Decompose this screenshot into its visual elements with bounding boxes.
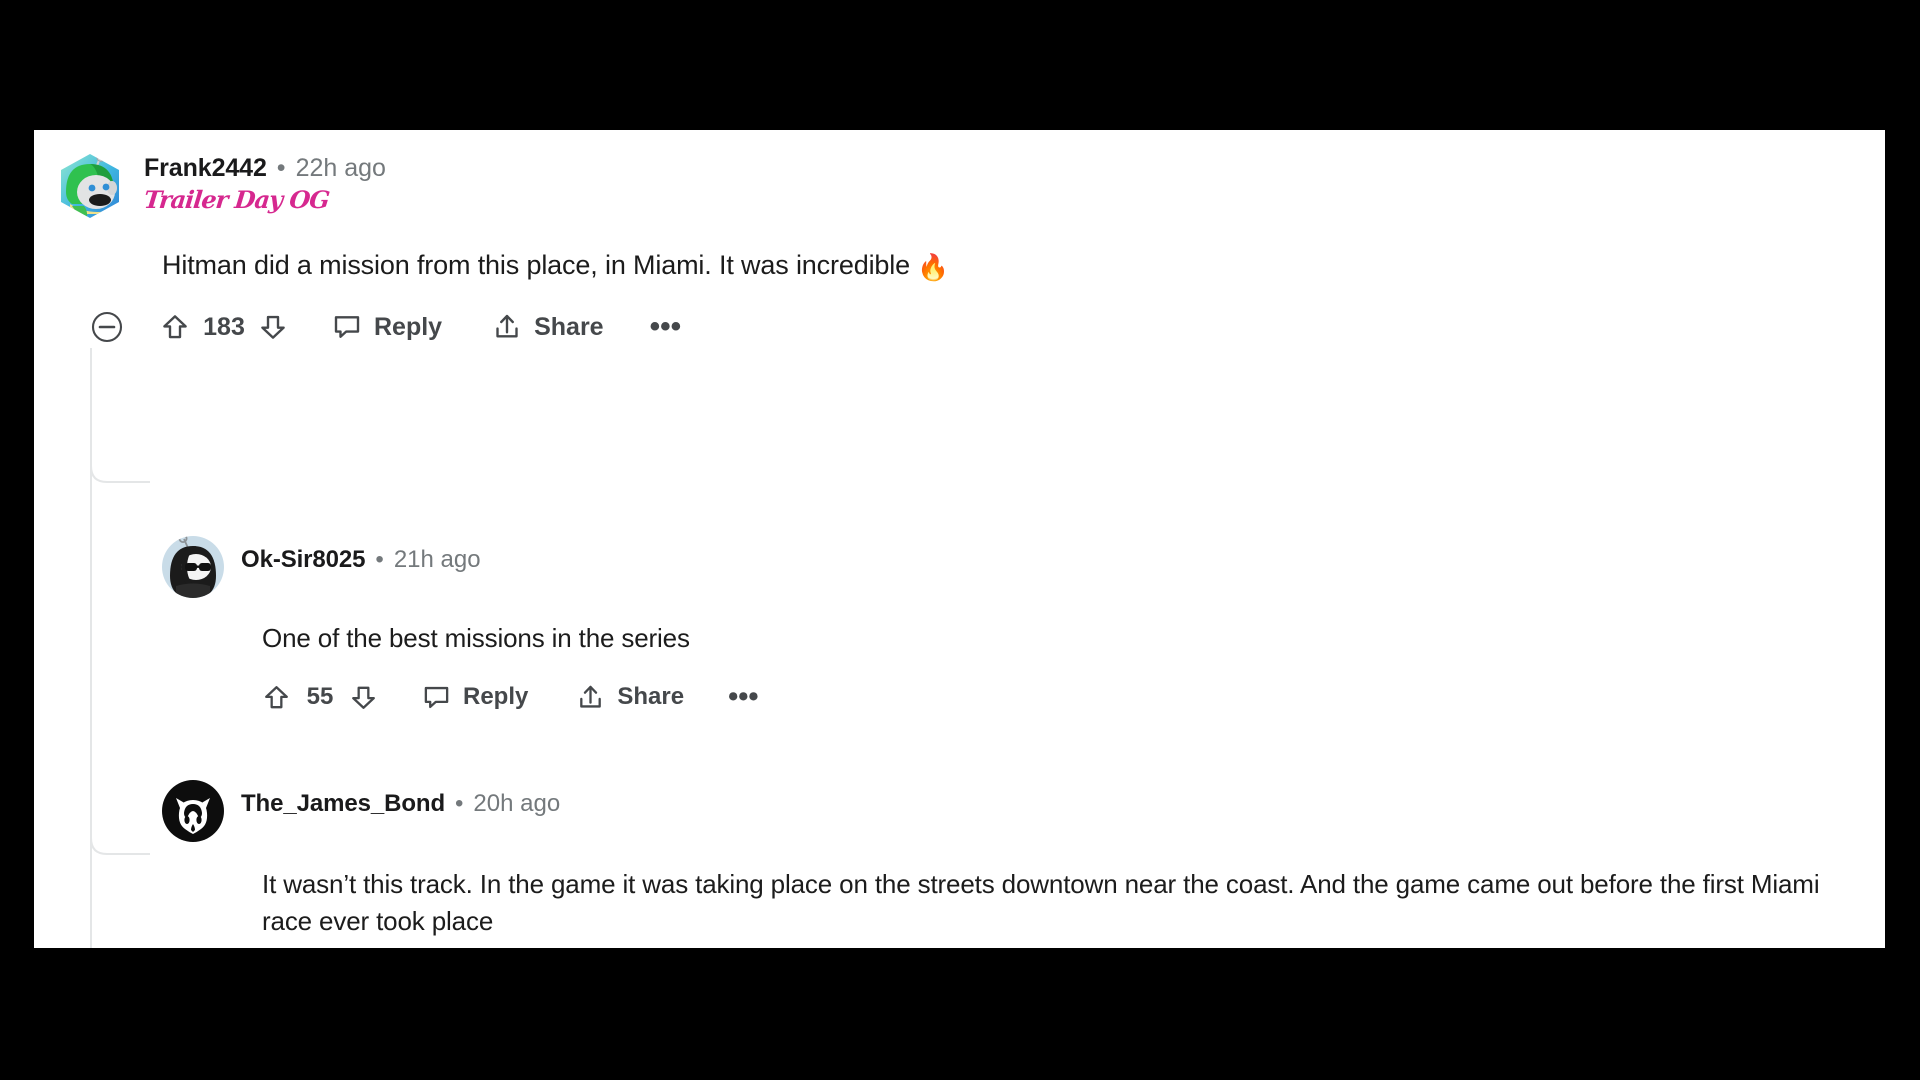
comment-body: Hitman did a mission from this place, in… [162, 246, 1885, 286]
comment-action-bar: 55 Reply Share ••• [262, 682, 1865, 712]
comment-thread-card: Frank2442 • 22h ago Trailer Day OG Hitma… [34, 130, 1885, 948]
frank2442-avatar[interactable] [56, 152, 124, 220]
collapse-thread-button[interactable] [90, 310, 124, 344]
thread-connector-reply-1 [90, 418, 150, 483]
vote-score: 183 [203, 312, 245, 341]
comment-body: It wasn’t this track. In the game it was… [262, 866, 1862, 940]
share-button[interactable]: Share [576, 683, 684, 712]
thread-connector-reply-2 [90, 660, 150, 855]
comment-author[interactable]: The_James_Bond [241, 790, 445, 818]
reply-label: Reply [374, 312, 443, 341]
comment-byline: Ok-Sir8025 • 21h ago [241, 546, 481, 574]
reply-button[interactable]: Reply [332, 312, 442, 342]
comment-author[interactable]: Ok-Sir8025 [241, 546, 366, 574]
vote-group: 55 [262, 683, 378, 712]
comment-body-text: It wasn’t this track. In the game it was… [262, 869, 1820, 936]
comment-body-text: Hitman did a mission from this place, in… [162, 250, 918, 280]
comment-reply-ok-sir8025: Ok-Sir8025 • 21h ago One of the best mis… [162, 536, 1865, 712]
comment-timestamp: 21h ago [393, 546, 481, 573]
comment-meta-line: The_James_Bond • 20h ago [241, 790, 560, 818]
comment-thread-inner: Frank2442 • 22h ago Trailer Day OG Hitma… [34, 130, 1885, 948]
author-flair: Trailer Day OG [142, 185, 331, 214]
thread-spine-line[interactable] [90, 348, 92, 948]
comment-byline: The_James_Bond • 20h ago [241, 790, 560, 818]
reply-button[interactable]: Reply [422, 683, 528, 712]
upvote-button[interactable] [160, 312, 190, 342]
ok-sir8025-avatar[interactable] [162, 536, 224, 598]
meta-separator: • [375, 546, 384, 573]
screenshot-stage: Frank2442 • 22h ago Trailer Day OG Hitma… [0, 0, 1920, 1080]
overflow-menu-icon[interactable]: ••• [650, 312, 682, 342]
comment-body-text: One of the best missions in the series [262, 623, 690, 653]
comment-action-bar: 183 Reply Share ••• [90, 310, 1885, 344]
comment-header: Ok-Sir8025 • 21h ago [162, 536, 1865, 598]
vote-score: 55 [306, 683, 334, 711]
comment-byline: Frank2442 • 22h ago Trailer Day OG [142, 154, 386, 214]
comment-author[interactable]: Frank2442 [144, 154, 267, 183]
reply-label: Reply [463, 683, 529, 711]
share-label: Share [534, 312, 604, 341]
comment-meta-line: Ok-Sir8025 • 21h ago [241, 546, 481, 574]
meta-separator: • [455, 790, 464, 817]
comment-timestamp: 22h ago [295, 154, 386, 182]
vote-group: 183 [160, 312, 288, 342]
downvote-button[interactable] [258, 312, 288, 342]
share-button[interactable]: Share [492, 312, 604, 342]
meta-separator: • [276, 154, 286, 182]
comment-timestamp: 20h ago [473, 790, 561, 817]
overflow-menu-icon[interactable]: ••• [728, 682, 758, 710]
comment-header: The_James_Bond • 20h ago [162, 780, 1865, 842]
comment-meta-line: Frank2442 • 22h ago [144, 154, 386, 183]
comment-body: One of the best missions in the series [262, 620, 1865, 657]
share-label: Share [617, 683, 685, 711]
comment-thread-root: Frank2442 • 22h ago Trailer Day OG Hitma… [34, 130, 1885, 344]
comment-header: Frank2442 • 22h ago Trailer Day OG [34, 152, 1885, 220]
comment-reply-the-james-bond: The_James_Bond • 20h ago It wasn’t this … [162, 780, 1865, 948]
upvote-button[interactable] [262, 683, 291, 712]
fire-emoji: 🔥 [917, 253, 950, 283]
the-james-bond-avatar[interactable] [162, 780, 224, 842]
downvote-button[interactable] [349, 683, 378, 712]
